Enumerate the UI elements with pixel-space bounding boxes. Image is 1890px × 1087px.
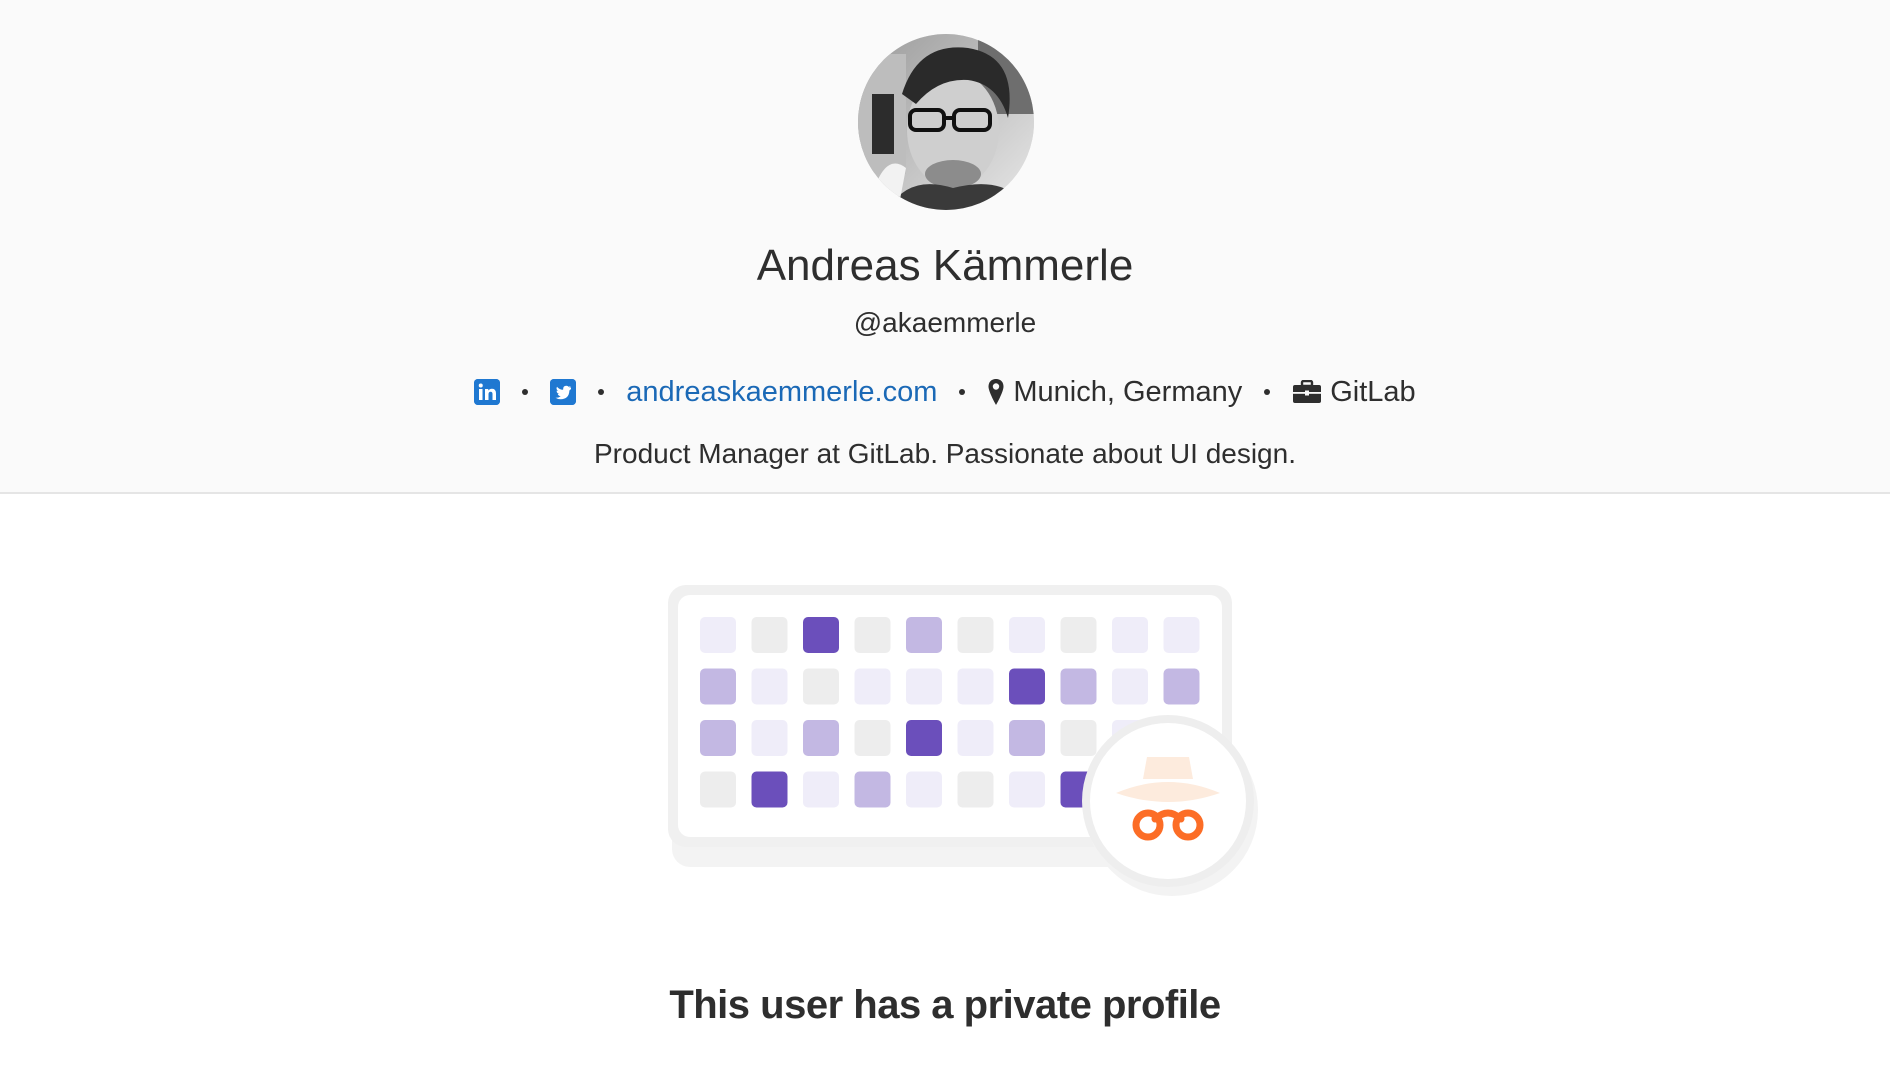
private-profile-illustration: [668, 585, 1258, 905]
activity-cell: [751, 668, 788, 705]
location: Munich, Germany: [987, 376, 1242, 409]
map-marker-icon: [987, 378, 1005, 406]
activity-cell: [1163, 617, 1200, 653]
activity-cell: [957, 668, 994, 705]
activity-cell: [957, 771, 994, 808]
activity-cell: [803, 771, 839, 808]
organization-text: GitLab: [1330, 375, 1416, 408]
activity-cell: [906, 771, 942, 808]
activity-cell: [1009, 771, 1045, 808]
activity-cell: [854, 720, 891, 756]
activity-cell: [1163, 668, 1200, 705]
activity-cell: [751, 771, 788, 808]
private-profile-title: This user has a private profile: [669, 983, 1221, 1027]
activity-cell: [751, 720, 788, 756]
profile-name: Andreas Kämmerle: [756, 241, 1134, 290]
activity-cell: [906, 668, 942, 705]
activity-cell: [854, 668, 891, 705]
profile-username: @akaemmerle: [853, 307, 1037, 338]
meta-separator: [598, 389, 605, 395]
activity-cell: [1009, 668, 1045, 705]
profile-bio: Product Manager at GitLab. Passionate ab…: [594, 438, 1296, 469]
activity-cell: [1060, 617, 1097, 653]
meta-separator: [959, 389, 966, 395]
activity-cell: [1009, 720, 1045, 756]
meta-separator: [522, 389, 529, 395]
activity-cell: [803, 617, 839, 653]
activity-cell: [700, 771, 736, 808]
meta-separator: [1264, 389, 1271, 395]
activity-cell: [906, 617, 942, 653]
activity-cell: [854, 771, 891, 808]
activity-cell: [700, 668, 736, 705]
activity-cell: [906, 720, 942, 756]
linkedin-icon[interactable]: [474, 379, 501, 405]
activity-cell: [854, 617, 891, 653]
briefcase-icon: [1292, 380, 1322, 404]
website-link[interactable]: andreaskaemmerle.com: [626, 376, 937, 409]
activity-cell: [1060, 668, 1097, 705]
activity-cell: [1060, 720, 1097, 756]
activity-cell: [751, 617, 788, 653]
activity-cell: [803, 720, 839, 756]
organization: GitLab: [1292, 375, 1416, 409]
activity-cell: [957, 720, 994, 756]
activity-cell: [957, 617, 994, 653]
activity-cell: [700, 617, 736, 653]
avatar: [858, 34, 1034, 210]
activity-cell: [700, 720, 736, 756]
avatar-photo: [858, 34, 1034, 210]
activity-cell: [1112, 668, 1148, 705]
activity-cell: [803, 668, 839, 705]
location-text: Munich, Germany: [1013, 375, 1243, 408]
profile-header: Andreas Kämmerle @akaemmerle andreaskaem…: [0, 0, 1890, 494]
twitter-icon[interactable]: [550, 379, 577, 405]
activity-cell: [1112, 617, 1148, 653]
activity-cell: [1009, 617, 1045, 653]
profile-meta: andreaskaemmerle.com Munich, Germany Git…: [0, 370, 1890, 414]
